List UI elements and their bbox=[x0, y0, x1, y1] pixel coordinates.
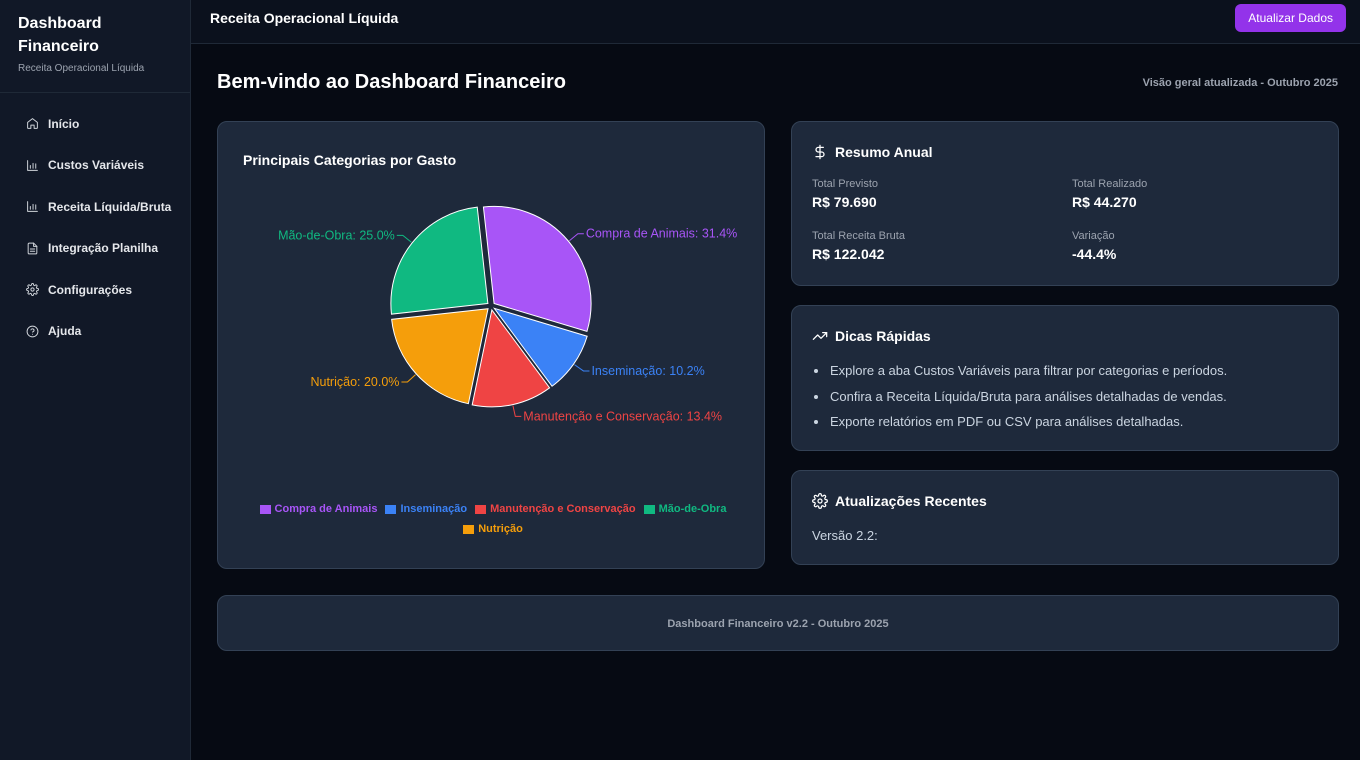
stat-label: Variação bbox=[1072, 230, 1115, 242]
bar-chart-icon bbox=[27, 201, 38, 213]
update-data-button[interactable]: Atualizar Dados bbox=[1235, 4, 1346, 32]
sidebar-item-label: Início bbox=[48, 116, 80, 131]
legend-item-manutencao-e-conservacao[interactable]: Manutenção e Conservação bbox=[475, 503, 636, 516]
tips-header: Dicas Rápidas bbox=[812, 328, 931, 344]
dollar-icon bbox=[815, 144, 825, 160]
pie-data-label: Nutrição: 20.0% bbox=[310, 375, 399, 389]
bar-chart-icon bbox=[27, 159, 38, 171]
chart-legend: Compra de Animais Inseminação Manutenção e… bbox=[248, 503, 738, 536]
sidebar-item-label: Configurações bbox=[48, 282, 133, 297]
stat-value: R$ 79.690 bbox=[812, 194, 877, 210]
legend-item-inseminacao[interactable]: Inseminação bbox=[385, 503, 467, 516]
topbar-title: Receita Operacional Líquida bbox=[210, 10, 399, 26]
legend-item-nutricao[interactable]: Nutrição bbox=[463, 523, 523, 536]
brand-subtitle: Receita Operacional Líquida bbox=[18, 63, 145, 74]
stat-value: R$ 122.042 bbox=[812, 246, 885, 262]
version-text: Versão 2.2: bbox=[812, 528, 878, 543]
help-circle-icon bbox=[26, 325, 39, 338]
sidebar-item-inicio[interactable]: Início bbox=[0, 103, 190, 145]
list-item: Explore a aba Custos Variáveis para filt… bbox=[829, 362, 1227, 388]
pie-leader-line bbox=[512, 405, 522, 417]
stat-variacao: Variação -44.4% bbox=[1072, 230, 1116, 262]
legend-swatch bbox=[643, 505, 655, 514]
topbar: Receita Operacional Líquida Atualizar Da… bbox=[191, 0, 1360, 44]
legend-label: Nutrição bbox=[478, 523, 523, 535]
updates-header: Atualizações Recentes bbox=[812, 493, 987, 509]
legend-label: Inseminação bbox=[400, 503, 468, 515]
summary-card: Resumo Anual Total Previsto R$ 79.690 To… bbox=[791, 121, 1339, 286]
stat-label: Total Realizado bbox=[1072, 178, 1148, 190]
pie-chart: Compra de Animais: 31.4% Inseminação: 10.… bbox=[278, 205, 737, 423]
brand: Dashboard Financeiro Receita Operacional… bbox=[0, 0, 190, 93]
gear-icon bbox=[812, 493, 828, 509]
pie-leader-line bbox=[396, 234, 412, 243]
footer-text: Dashboard Financeiro v2.2 - Outubro 2025 bbox=[667, 618, 889, 630]
stat-total-previsto: Total Previsto R$ 79.690 bbox=[812, 178, 878, 210]
list-item: Confira a Receita Líquida/Bruta para aná… bbox=[829, 388, 1227, 414]
legend-label: Compra de Animais bbox=[274, 503, 378, 515]
sidebar-item-receita[interactable]: Receita Líquida/Bruta bbox=[0, 186, 190, 228]
summary-header: Resumo Anual bbox=[812, 144, 933, 160]
legend-item-mao-de-obra[interactable]: Mão-de-Obra bbox=[643, 503, 727, 516]
pie-data-label: Inseminação: 10.2% bbox=[591, 364, 704, 378]
brand-title: Dashboard Financeiro bbox=[18, 15, 102, 55]
sidebar: Dashboard Financeiro Receita Operacional… bbox=[0, 0, 191, 760]
pie-leader-line bbox=[569, 233, 584, 242]
stat-label: Total Previsto bbox=[812, 178, 879, 190]
pie-leader-line bbox=[574, 364, 590, 372]
pie-leader-line bbox=[401, 374, 416, 383]
summary-title: Resumo Anual bbox=[835, 144, 933, 160]
sidebar-item-ajuda[interactable]: Ajuda bbox=[0, 311, 190, 353]
stat-value: -44.4% bbox=[1072, 246, 1117, 262]
gear-icon bbox=[26, 283, 39, 297]
stat-total-receita-bruta: Total Receita Bruta R$ 122.042 bbox=[812, 230, 905, 262]
sidebar-item-integracao[interactable]: Integração Planilha bbox=[0, 228, 190, 270]
sidebar-nav: Início Custos Variáveis Receita Líquida/… bbox=[0, 93, 190, 352]
pie-slice-mao-de-obra[interactable] bbox=[390, 206, 489, 315]
legend-swatch bbox=[385, 505, 397, 514]
pie-slice-nutricao[interactable] bbox=[391, 308, 489, 405]
legend-item-compra-de-animais[interactable]: Compra de Animais bbox=[259, 503, 378, 516]
sidebar-item-label: Ajuda bbox=[48, 324, 82, 339]
page-subtitle: Visão geral atualizada - Outubro 2025 bbox=[1142, 77, 1338, 89]
updates-card: Atualizações Recentes Versão 2.2: bbox=[791, 470, 1339, 565]
trending-up-icon bbox=[812, 332, 828, 340]
legend-label: Mão-de-Obra bbox=[658, 503, 727, 515]
stat-value: R$ 44.270 bbox=[1072, 194, 1137, 210]
legend-swatch bbox=[259, 505, 271, 514]
page-title: Bem-vindo ao Dashboard Financeiro bbox=[217, 71, 566, 93]
sidebar-item-custos-variaveis[interactable]: Custos Variáveis bbox=[0, 145, 190, 187]
chart-card: Principais Categorias por Gasto Compra d… bbox=[217, 121, 765, 569]
updates-title: Atualizações Recentes bbox=[835, 493, 987, 509]
legend-swatch bbox=[463, 525, 475, 534]
sidebar-item-configuracoes[interactable]: Configurações bbox=[0, 269, 190, 311]
tips-list: Explore a aba Custos Variáveis para filt… bbox=[829, 362, 1227, 439]
pie-data-label: Manutenção e Conservação: 13.4% bbox=[523, 409, 722, 423]
file-spreadsheet-icon bbox=[27, 242, 38, 255]
home-icon bbox=[27, 118, 38, 130]
sidebar-item-label: Integração Planilha bbox=[48, 241, 159, 256]
legend-label: Manutenção e Conservação bbox=[490, 503, 636, 515]
list-item: Exporte relatórios em PDF ou CSV para an… bbox=[829, 413, 1227, 439]
chart-title: Principais Categorias por Gasto bbox=[243, 152, 457, 168]
stat-total-realizado: Total Realizado R$ 44.270 bbox=[1072, 178, 1147, 210]
legend-swatch bbox=[475, 505, 487, 514]
sidebar-item-label: Custos Variáveis bbox=[48, 158, 145, 173]
stat-label: Total Receita Bruta bbox=[812, 230, 905, 242]
pie-data-label: Compra de Animais: 31.4% bbox=[586, 227, 737, 241]
tips-card: Dicas Rápidas Explore a aba Custos Variá… bbox=[791, 305, 1339, 451]
pie-data-label: Mão-de-Obra: 25.0% bbox=[278, 228, 395, 242]
tips-title: Dicas Rápidas bbox=[835, 328, 931, 344]
footer: Dashboard Financeiro v2.2 - Outubro 2025 bbox=[217, 595, 1339, 651]
sidebar-item-label: Receita Líquida/Bruta bbox=[48, 199, 172, 214]
